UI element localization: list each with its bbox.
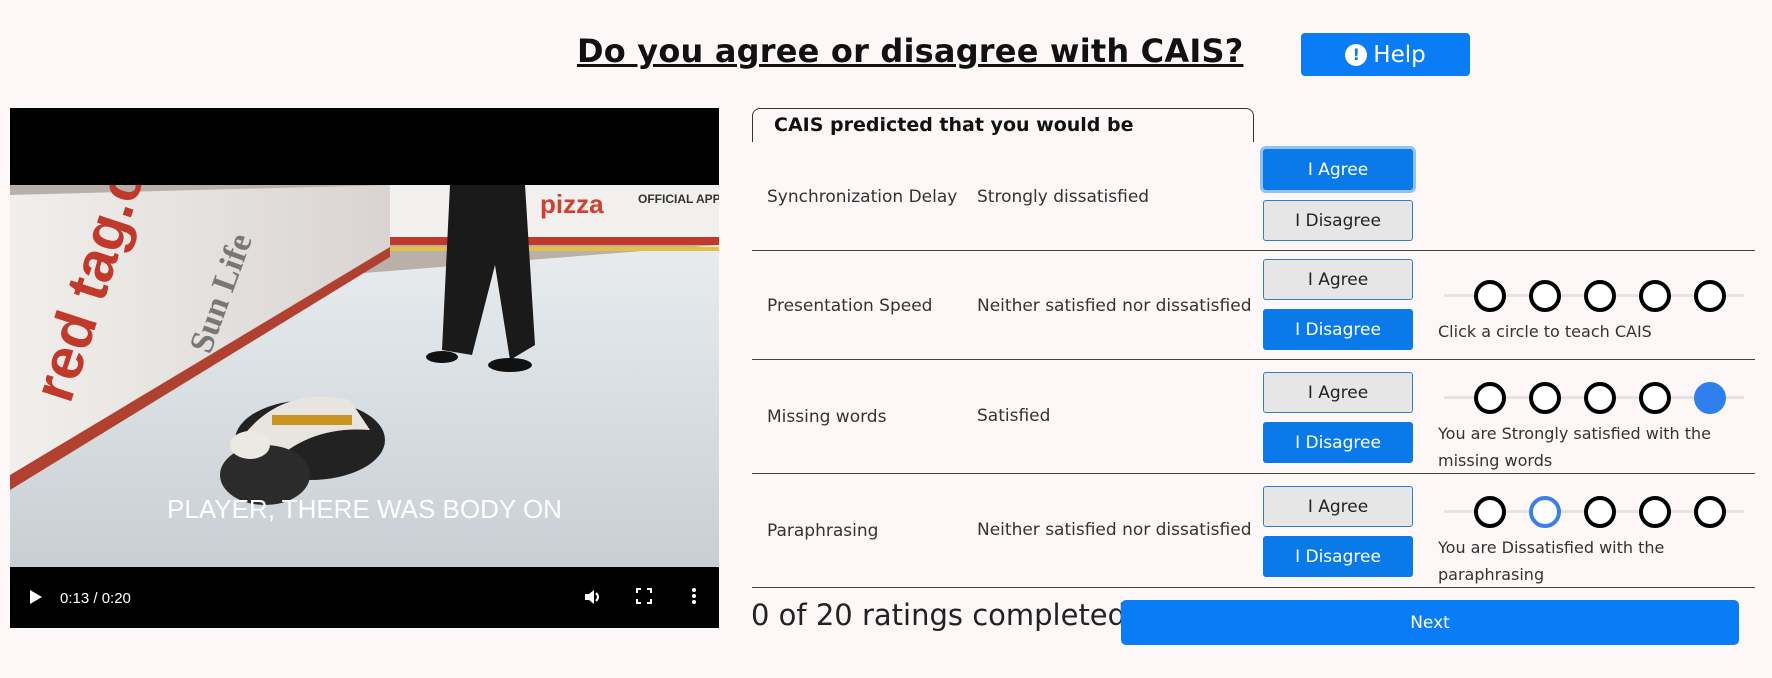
- satisfaction-scale: [1444, 275, 1744, 315]
- scale-option-4[interactable]: [1639, 382, 1671, 414]
- scale-option-5[interactable]: [1694, 382, 1726, 414]
- help-button[interactable]: ! Help: [1301, 33, 1470, 76]
- scale-option-5[interactable]: [1694, 496, 1726, 528]
- row-category: Missing words: [767, 407, 887, 427]
- rating-row-missing-words: Missing words Satisfied I Agree I Disagr…: [752, 360, 1755, 474]
- disagree-button[interactable]: I Disagree: [1263, 536, 1413, 577]
- video-time: 0:13 / 0:20: [60, 590, 131, 607]
- scale-message: Click a circle to teach CAIS: [1438, 322, 1652, 341]
- scale-option-4[interactable]: [1639, 496, 1671, 528]
- rating-row-paraphrasing: Paraphrasing Neither satisfied nor dissa…: [752, 474, 1755, 588]
- agree-button[interactable]: I Agree: [1263, 372, 1413, 413]
- scale-option-2[interactable]: [1529, 496, 1561, 528]
- scale-option-1[interactable]: [1474, 280, 1506, 312]
- panel-heading: CAIS predicted that you would be: [752, 108, 1254, 142]
- row-prediction: Satisfied: [977, 406, 1051, 426]
- agree-button[interactable]: I Agree: [1263, 486, 1413, 527]
- video-player[interactable]: red tag.ca Sun Life pizza OFFICIAL APP P…: [10, 108, 719, 628]
- row-category: Presentation Speed: [767, 296, 933, 316]
- scale-option-2[interactable]: [1529, 382, 1561, 414]
- scale-option-3[interactable]: [1584, 382, 1616, 414]
- scale-option-3[interactable]: [1584, 280, 1616, 312]
- scale-option-3[interactable]: [1584, 496, 1616, 528]
- signage-right: OFFICIAL APP: [638, 192, 719, 206]
- agree-button[interactable]: I Agree: [1263, 149, 1413, 190]
- volume-icon[interactable]: [583, 587, 603, 611]
- scale-option-4[interactable]: [1639, 280, 1671, 312]
- rating-row-synchronization-delay: Synchronization Delay Strongly dissatisf…: [752, 142, 1755, 251]
- scale-option-2[interactable]: [1529, 280, 1561, 312]
- row-category: Paraphrasing: [767, 521, 879, 541]
- exclamation-icon: !: [1345, 43, 1368, 66]
- scale-option-5[interactable]: [1694, 280, 1726, 312]
- help-label: Help: [1373, 41, 1426, 68]
- disagree-button[interactable]: I Disagree: [1263, 309, 1413, 350]
- video-controls: 0:13 / 0:20: [10, 568, 719, 628]
- disagree-button[interactable]: I Disagree: [1263, 422, 1413, 463]
- signage-top: pizza: [540, 189, 604, 219]
- rating-row-presentation-speed: Presentation Speed Neither satisfied nor…: [752, 251, 1755, 360]
- scale-message: You are Strongly satisfied with the miss…: [1438, 424, 1712, 470]
- scale-option-1[interactable]: [1474, 496, 1506, 528]
- video-caption: PLAYER, THERE WAS BODY ON: [167, 494, 562, 524]
- row-divider: [752, 587, 1755, 588]
- page-title: Do you agree or disagree with CAIS?: [577, 32, 1244, 70]
- agree-button[interactable]: I Agree: [1263, 259, 1413, 300]
- next-button[interactable]: Next: [1121, 600, 1739, 645]
- satisfaction-scale: [1444, 491, 1744, 531]
- fullscreen-icon[interactable]: [636, 588, 652, 608]
- satisfaction-scale: [1444, 377, 1744, 417]
- play-icon[interactable]: [28, 588, 44, 610]
- row-prediction: Neither satisfied nor dissatisfied: [977, 520, 1252, 540]
- ratings-progress-text: 0 of 20 ratings completed: [751, 598, 1127, 632]
- row-category: Synchronization Delay: [767, 187, 958, 207]
- disagree-button[interactable]: I Disagree: [1263, 200, 1413, 241]
- row-prediction: Strongly dissatisfied: [977, 187, 1150, 207]
- scale-message: You are Dissatisfied with the paraphrasi…: [1438, 538, 1665, 584]
- scale-option-1[interactable]: [1474, 382, 1506, 414]
- more-options-icon[interactable]: [691, 587, 697, 609]
- row-prediction: Neither satisfied nor dissatisfied: [977, 296, 1252, 316]
